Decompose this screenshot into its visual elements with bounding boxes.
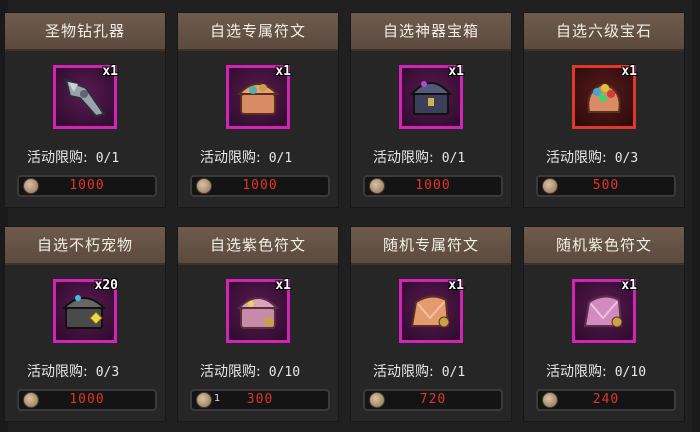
buy-button[interactable]: 1 300	[190, 389, 330, 411]
purchase-limit: 活动限购: 0/3	[27, 361, 119, 381]
limit-label: 活动限购:	[546, 150, 607, 166]
limit-label: 活动限购:	[200, 364, 261, 380]
purchase-limit: 活动限购: 0/3	[546, 147, 638, 167]
shop-item-card[interactable]: 随机专属符文 x1 活动限购: 0/1 720	[350, 226, 512, 422]
price-value: 500	[592, 178, 620, 193]
limit-count: 0/10	[614, 365, 647, 380]
item-quantity: x1	[621, 64, 637, 79]
item-icon-frame: x1	[572, 64, 637, 129]
shop-item-card[interactable]: 自选六级宝石 x1 活动限购: 0/3 500	[523, 12, 685, 208]
shop-item-card[interactable]: 自选不朽宠物 x20 活动限购: 0/3 1000	[4, 226, 166, 422]
right-edge	[692, 0, 700, 432]
limit-count: 0/3	[95, 365, 120, 380]
item-quantity: x20	[94, 278, 118, 293]
shop-item-card[interactable]: 随机紫色符文 x1 活动限购: 0/10 240	[523, 226, 685, 422]
shop-grid: 圣物钻孔器 x1 活动限购: 0/1 1000 自选专属符文 x1 活动限购: …	[0, 0, 700, 432]
shop-item-card[interactable]: 自选专属符文 x1 活动限购: 0/1 1000	[177, 12, 339, 208]
limit-count: 0/1	[268, 151, 293, 166]
limit-count: 0/1	[441, 151, 466, 166]
price-value: 1000	[415, 178, 451, 193]
buy-button[interactable]: 1000	[190, 175, 330, 197]
purchase-limit: 活动限购: 0/10	[546, 361, 646, 381]
limit-count: 0/1	[441, 365, 466, 380]
item-icon-frame: x1	[399, 64, 464, 129]
limit-count: 0/10	[268, 365, 301, 380]
purchase-limit: 活动限购: 0/1	[373, 147, 465, 167]
purchase-limit: 活动限购: 0/10	[200, 361, 300, 381]
buy-button[interactable]: 1000	[17, 389, 157, 411]
buy-button[interactable]: 240	[536, 389, 676, 411]
item-icon-frame: x1	[226, 278, 291, 343]
item-title: 圣物钻孔器	[5, 13, 165, 51]
item-title: 自选神器宝箱	[351, 13, 511, 51]
purchase-limit: 活动限购: 0/1	[373, 361, 465, 381]
limit-label: 活动限购:	[200, 150, 261, 166]
item-quantity: x1	[275, 64, 291, 79]
limit-count: 0/3	[614, 151, 639, 166]
limit-label: 活动限购:	[546, 364, 607, 380]
item-quantity: x1	[275, 278, 291, 293]
item-icon-frame: x1	[572, 278, 637, 343]
item-title: 自选六级宝石	[524, 13, 684, 51]
shop-item-card[interactable]: 自选紫色符文 x1 活动限购: 0/10 1 300	[177, 226, 339, 422]
shop-item-card[interactable]: 自选神器宝箱 x1 活动限购: 0/1 1000	[350, 12, 512, 208]
item-title: 随机紫色符文	[524, 227, 684, 265]
price-value: 720	[419, 392, 447, 407]
limit-label: 活动限购:	[373, 150, 434, 166]
item-icon-frame: x1	[53, 64, 118, 129]
buy-button[interactable]: 500	[536, 175, 676, 197]
shop-item-card[interactable]: 圣物钻孔器 x1 活动限购: 0/1 1000	[4, 12, 166, 208]
limit-label: 活动限购:	[27, 150, 88, 166]
limit-label: 活动限购:	[27, 364, 88, 380]
buy-button[interactable]: 1000	[17, 175, 157, 197]
price-value: 300	[246, 392, 274, 407]
item-quantity: x1	[448, 64, 464, 79]
item-quantity: x1	[102, 64, 118, 79]
item-quantity: x1	[621, 278, 637, 293]
purchase-limit: 活动限购: 0/1	[200, 147, 292, 167]
limit-label: 活动限购:	[373, 364, 434, 380]
item-icon-frame: x1	[226, 64, 291, 129]
item-quantity: x1	[448, 278, 464, 293]
item-title: 自选不朽宠物	[5, 227, 165, 265]
buy-button[interactable]: 720	[363, 389, 503, 411]
item-icon-frame: x20	[53, 278, 118, 343]
buy-button[interactable]: 1000	[363, 175, 503, 197]
item-title: 随机专属符文	[351, 227, 511, 265]
price-value: 240	[592, 392, 620, 407]
price-value: 1000	[242, 178, 278, 193]
limit-count: 0/1	[95, 151, 120, 166]
price-value: 1000	[69, 392, 105, 407]
item-title: 自选紫色符文	[178, 227, 338, 265]
price-value: 1000	[69, 178, 105, 193]
item-icon-frame: x1	[399, 278, 464, 343]
item-title: 自选专属符文	[178, 13, 338, 51]
purchase-limit: 活动限购: 0/1	[27, 147, 119, 167]
